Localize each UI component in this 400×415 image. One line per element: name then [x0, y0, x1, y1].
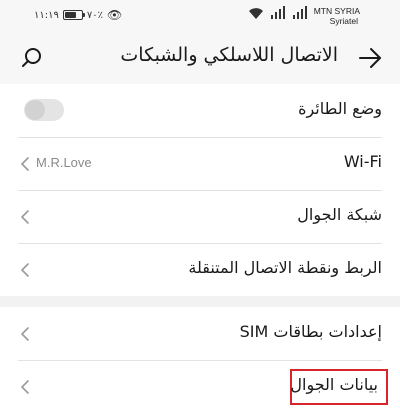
tethering-row[interactable]: الربط ونقطة الاتصال المتنقلة — [0, 243, 400, 296]
mobile-network-label: شبكة الجوال — [297, 205, 382, 224]
wifi-network-name: M.R.Love — [36, 155, 92, 170]
clock: ١١:١٩ — [34, 9, 59, 21]
status-bar: ١١:١٩ ٧٠٪ 👁 MTN SYRIA Syriatel — [0, 0, 400, 34]
settings-group-connections: وضع الطائرة Wi-Fi M.R.Love شبكة الجوال ا… — [0, 84, 400, 296]
status-left: ١١:١٩ ٧٠٪ 👁 — [34, 8, 122, 22]
carrier-sub: Syriatel — [329, 16, 358, 26]
chevron-left-icon — [21, 327, 29, 341]
airplane-mode-row[interactable]: وضع الطائرة — [0, 84, 400, 137]
sim-settings-row[interactable]: إعدادات بطاقات SIM — [0, 307, 400, 360]
battery-icon — [62, 10, 85, 20]
battery-level — [64, 12, 77, 18]
chevron-left-icon — [21, 263, 29, 277]
airplane-mode-toggle[interactable] — [24, 99, 64, 121]
battery-percent: ٧٠٪ — [86, 9, 103, 21]
wifi-label: Wi-Fi — [343, 152, 382, 171]
chevron-left-icon — [21, 157, 29, 171]
cell-signal-icon-2 — [292, 6, 307, 19]
sim-settings-label: إعدادات بطاقات SIM — [239, 322, 382, 341]
chevron-left-icon — [21, 210, 29, 224]
carrier-info: MTN SYRIA Syriatel — [314, 6, 360, 26]
toggle-knob — [25, 100, 45, 120]
page-title: الاتصال اللاسلكي والشبكات — [120, 44, 338, 66]
wifi-row[interactable]: Wi-Fi M.R.Love — [0, 137, 400, 190]
mobile-data-label: بيانات الجوال — [290, 375, 378, 394]
mobile-data-row[interactable]: بيانات الجوال — [0, 360, 400, 413]
app-header: الاتصال اللاسلكي والشبكات — [0, 34, 400, 84]
mobile-network-row[interactable]: شبكة الجوال — [0, 190, 400, 243]
airplane-mode-label: وضع الطائرة — [298, 99, 382, 118]
status-right: MTN SYRIA Syriatel — [248, 6, 360, 26]
search-icon[interactable] — [20, 46, 44, 70]
wifi-signal-icon — [248, 8, 263, 19]
tethering-label: الربط ونقطة الاتصال المتنقلة — [188, 258, 382, 277]
chevron-left-icon — [21, 380, 29, 394]
back-arrow-icon[interactable] — [358, 47, 382, 69]
cell-signal-icon — [270, 6, 285, 19]
eye-comfort-icon: 👁 — [106, 8, 123, 22]
carrier-name: MTN SYRIA — [313, 6, 360, 16]
settings-group-sim: إعدادات بطاقات SIM بيانات الجوال — [0, 307, 400, 415]
